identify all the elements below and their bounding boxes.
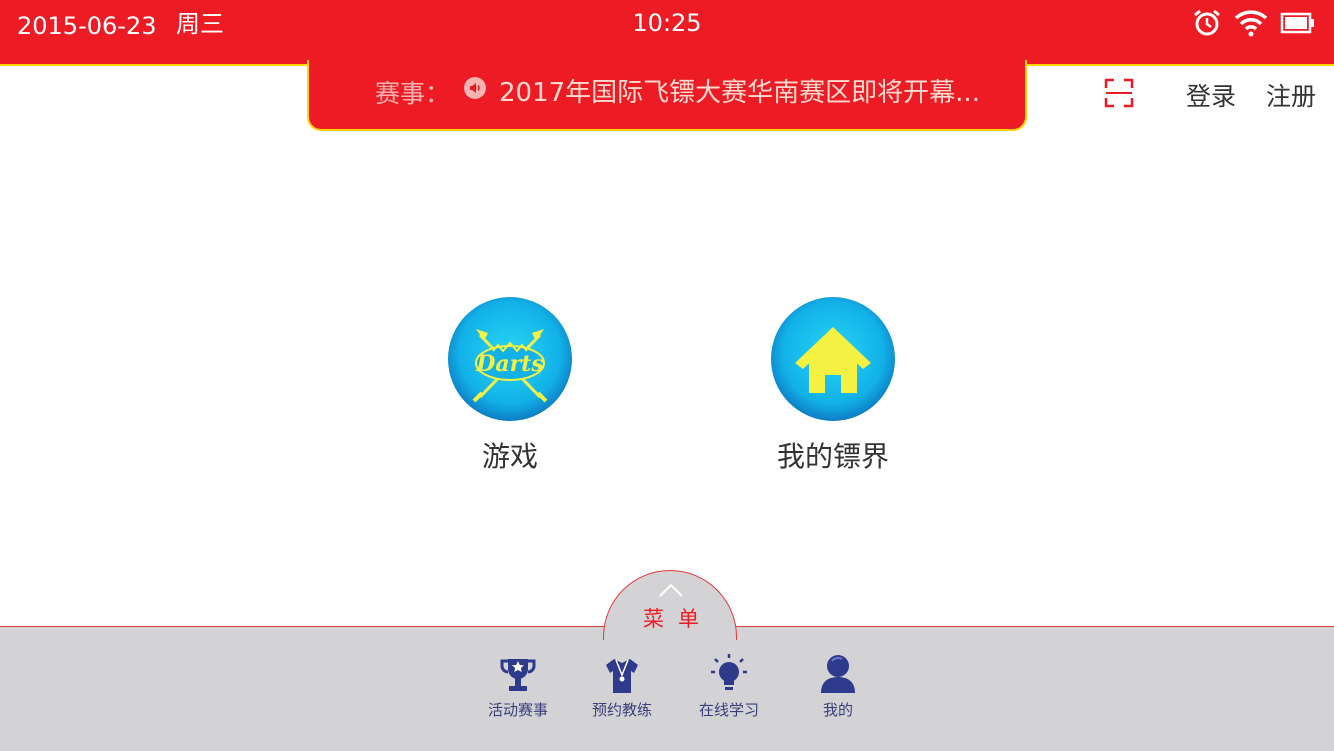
menu-tab[interactable]: 菜单 bbox=[603, 570, 737, 640]
status-time: 10:25 bbox=[632, 9, 702, 37]
login-link[interactable]: 登录 bbox=[1186, 77, 1236, 113]
chevron-up-icon bbox=[659, 583, 683, 597]
nav-item-mine[interactable]: 我的 bbox=[788, 653, 888, 720]
nav-item-events[interactable]: 活动赛事 bbox=[468, 653, 568, 720]
darts-logo-icon: Darts bbox=[472, 329, 548, 403]
svg-text:Darts: Darts bbox=[475, 351, 543, 377]
alarm-icon bbox=[1194, 9, 1220, 36]
tile-my-darts-world[interactable]: 我的镖界 bbox=[733, 297, 933, 475]
home-icon bbox=[795, 327, 871, 393]
nav-item-events-label: 活动赛事 bbox=[487, 701, 548, 719]
register-link[interactable]: 注册 bbox=[1266, 77, 1316, 113]
coach-shirt-icon bbox=[606, 659, 638, 693]
status-bar: 2015-06-23 周三 10:25 bbox=[0, 0, 1334, 66]
wifi-icon bbox=[1234, 10, 1268, 37]
ticker-headline[interactable]: 2017年国际飞镖大赛华南赛区即将开幕... bbox=[499, 72, 980, 109]
nav-item-online-learning-label: 在线学习 bbox=[698, 701, 759, 719]
menu-tab-label: 菜单 bbox=[643, 607, 713, 631]
battery-icon bbox=[1280, 12, 1314, 34]
nav-item-online-learning[interactable]: 在线学习 bbox=[679, 653, 779, 720]
nav-item-book-coach[interactable]: 预约教练 bbox=[572, 653, 672, 720]
tile-game[interactable]: Darts 游戏 bbox=[410, 297, 610, 475]
status-icons bbox=[1192, 8, 1316, 38]
scan-icon[interactable] bbox=[1104, 78, 1134, 108]
tile-game-button[interactable]: Darts bbox=[448, 297, 572, 421]
trophy-icon bbox=[500, 659, 536, 691]
nav-item-mine-label: 我的 bbox=[822, 701, 853, 719]
tile-game-label: 游戏 bbox=[481, 440, 538, 473]
ticker-label: 赛事： bbox=[375, 79, 451, 108]
nav-item-book-coach-label: 预约教练 bbox=[591, 701, 652, 719]
speaker-icon bbox=[464, 77, 486, 99]
tile-my-darts-world-button[interactable] bbox=[771, 297, 895, 421]
lightbulb-icon bbox=[711, 654, 747, 690]
user-icon bbox=[821, 655, 855, 693]
tile-my-darts-world-label: 我的镖界 bbox=[776, 440, 889, 473]
news-ticker[interactable]: 赛事： 2017年国际飞镖大赛华南赛区即将开幕... bbox=[307, 60, 1027, 131]
